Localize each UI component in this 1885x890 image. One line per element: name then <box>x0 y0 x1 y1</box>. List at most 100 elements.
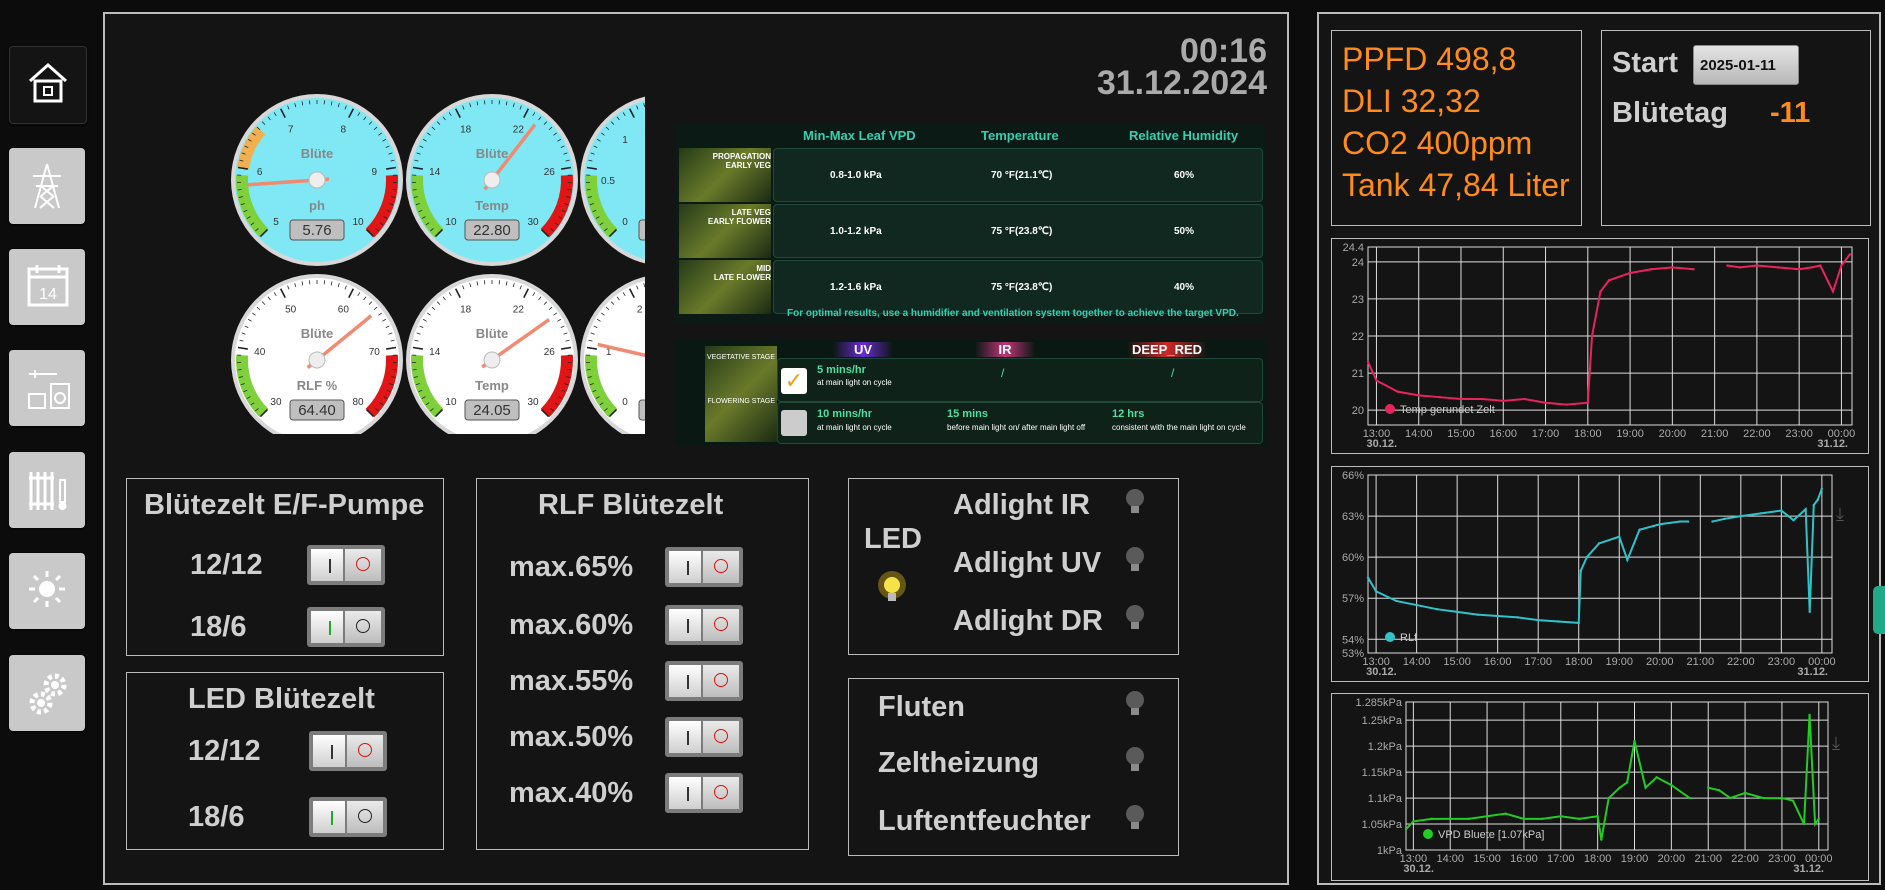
chart-legend: RLf <box>1400 632 1418 644</box>
gauge-tick-label: 10 <box>352 217 364 228</box>
rlf-60-switch[interactable] <box>665 605 743 645</box>
chart-point <box>1496 614 1499 618</box>
rlf-55-switch[interactable] <box>665 661 743 701</box>
chart-point <box>1625 781 1629 784</box>
rlf-label: max.50% <box>509 721 634 753</box>
chart-point <box>1366 576 1370 579</box>
chart-point <box>1739 514 1743 518</box>
gauge-tick-label: 10 <box>445 217 457 228</box>
start-date-input[interactable]: 2025-01-11 <box>1693 45 1799 85</box>
chart-point <box>1804 508 1807 511</box>
gauge-unit: RLF % <box>297 378 338 393</box>
gauge-tick <box>586 369 591 371</box>
gauge-tick-label: 30 <box>527 217 539 228</box>
chart-y-tick: 53% <box>1342 648 1364 660</box>
gauge-tick-label: 26 <box>544 167 556 178</box>
chart-x-tick: 14:00 <box>1436 853 1464 865</box>
chart-point <box>1480 397 1484 401</box>
rlf-label: max.65% <box>509 551 634 583</box>
dr-flowering-sub: consistent with the main light on cycle <box>1112 423 1246 432</box>
chart-date-end: 31.12. <box>1797 666 1828 678</box>
chart-point <box>1812 503 1815 507</box>
nav-power-button[interactable] <box>9 148 85 224</box>
nav-settings-button[interactable] <box>9 655 85 731</box>
lightbulb-off-icon[interactable] <box>1123 545 1147 577</box>
led-tent-title: LED Blütezelt <box>188 683 375 715</box>
chart-point <box>1404 828 1408 831</box>
chart-y-tick: 57% <box>1342 593 1364 605</box>
chart-x-tick: 17:00 <box>1524 656 1552 668</box>
pump-18-6-switch[interactable] <box>307 607 385 647</box>
chart-point <box>1565 403 1568 406</box>
gauge-hub <box>308 171 326 189</box>
clock-date: 31.12.2024 <box>1096 64 1267 102</box>
lightbulb-off-icon[interactable] <box>1123 487 1147 519</box>
gauge-tick <box>412 189 417 191</box>
chart-point <box>1718 789 1721 792</box>
chart-x-tick: 22:00 <box>1727 656 1755 668</box>
chart-x-tick: 21:00 <box>1687 656 1715 668</box>
nav-heating-button[interactable] <box>9 452 85 528</box>
nav-light-button[interactable] <box>9 553 85 629</box>
temperature-header: Temperature <box>981 128 1059 143</box>
chart-point <box>1723 517 1726 521</box>
lightbulb-off-icon[interactable] <box>1123 803 1147 835</box>
side-widget-tab[interactable] <box>1873 586 1885 634</box>
chart-point <box>1840 264 1843 267</box>
rlf-40-switch[interactable] <box>665 773 743 813</box>
pump-title: Blütezelt E/F-Pumpe <box>144 489 425 521</box>
gears-icon <box>29 673 67 715</box>
chart-point <box>1541 817 1544 821</box>
dli-value: DLI 32,32 <box>1342 83 1481 119</box>
rlf-65-switch[interactable] <box>665 547 743 587</box>
download-icon[interactable]: ⤓ <box>1832 733 1840 754</box>
chart-x-tick: 20:00 <box>1658 853 1686 865</box>
pump-label-12-12: 12/12 <box>190 549 263 581</box>
gauge-value-box <box>638 399 645 421</box>
pump-12-12-switch[interactable] <box>307 545 385 585</box>
chart-point <box>1792 518 1795 522</box>
gauge-value: 22.80 <box>473 222 511 239</box>
chart-y-tick: 1kPa <box>1377 845 1403 857</box>
gauge-tick-label: 18 <box>460 304 472 315</box>
chart-x-tick: 16:00 <box>1510 853 1538 865</box>
chart-y-tick: 21 <box>1352 368 1364 380</box>
chart-point <box>1797 268 1801 271</box>
lightbulb-off-icon[interactable] <box>1123 745 1147 777</box>
gauge-hub <box>483 351 501 369</box>
pump-label-18-6: 18/6 <box>190 611 247 643</box>
uv-header: UV <box>833 342 893 357</box>
fluten-label: Fluten <box>878 691 965 723</box>
stage-label: PROPAGATION EARLY VEG <box>712 152 771 170</box>
flowering-checkbox[interactable] <box>781 410 807 436</box>
pump-panel: Blütezelt E/F-Pumpe 12/12 18/6 <box>126 478 444 656</box>
chart-point <box>1396 390 1399 393</box>
gauge-unit: ph <box>309 198 325 213</box>
chart-x-tick: 21:00 <box>1694 853 1722 865</box>
gauge-tick <box>567 369 572 371</box>
nav-home-button[interactable] <box>9 46 87 124</box>
lightbulb-off-icon[interactable] <box>1123 603 1147 635</box>
gauge-tick <box>412 369 417 371</box>
gauge-tick-label: 0.5 <box>601 176 615 187</box>
gauge-hub <box>308 351 326 369</box>
chart-plot-area <box>1405 701 1829 851</box>
chart-point <box>1819 264 1822 267</box>
gauge-tick <box>392 189 397 191</box>
gauge-tick-label: 0 <box>622 397 628 408</box>
gauge-tick <box>237 369 242 371</box>
led-18-6-switch[interactable] <box>309 797 387 837</box>
download-icon[interactable]: ⤓ <box>1836 504 1844 525</box>
gauge-tick <box>586 189 591 191</box>
vegetative-checkbox[interactable]: ✓ <box>781 368 807 394</box>
rlf-50-switch[interactable] <box>665 717 743 757</box>
chart-point <box>1655 776 1658 779</box>
temperature-chart: 13:00 14:00 15:00 16:00 17:00 18:00 19:00 20:00… <box>1331 238 1869 454</box>
led-12-12-switch[interactable] <box>309 731 387 771</box>
vpd-footer: For optimal results, use a humidifier an… <box>787 308 1239 319</box>
gauge-tick-label: 1 <box>622 135 628 146</box>
lightbulb-off-icon[interactable] <box>1123 689 1147 721</box>
chart-point <box>1438 395 1442 399</box>
nav-calendar-button[interactable]: 14 <box>9 249 85 325</box>
nav-appliances-button[interactable] <box>9 350 85 426</box>
